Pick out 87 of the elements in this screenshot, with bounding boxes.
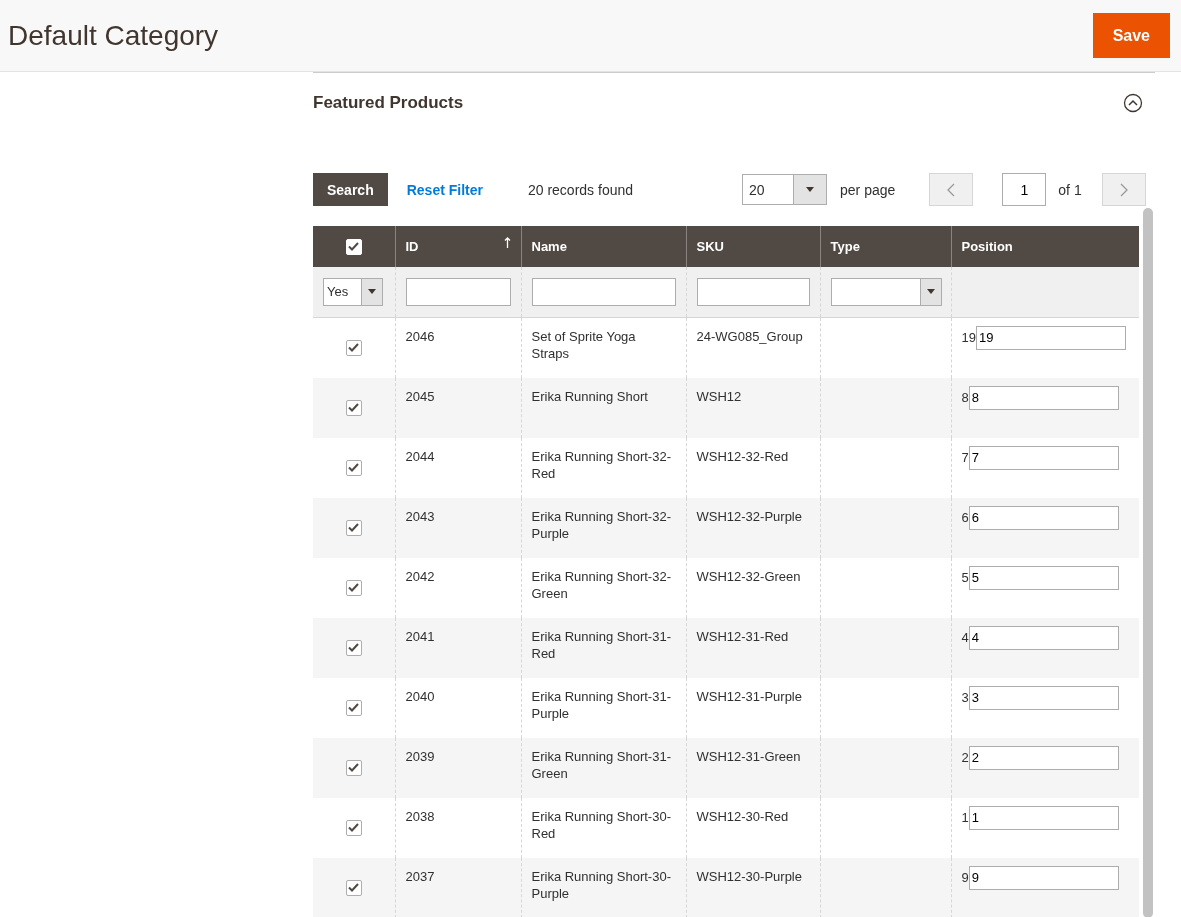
- reset-filter-link[interactable]: Reset Filter: [406, 181, 483, 198]
- in-category-filter[interactable]: Yes: [323, 277, 383, 306]
- id-cell-text: 2044: [405, 447, 436, 465]
- position-input[interactable]: 8: [968, 385, 1119, 410]
- position-text: 8: [961, 389, 969, 407]
- position-text: 3: [961, 689, 969, 707]
- search-button[interactable]: Search: [313, 173, 388, 206]
- row-checkbox[interactable]: [345, 819, 362, 836]
- name-cell-text: Erika Running Short-31-Red: [531, 627, 672, 662]
- row-checkbox[interactable]: [345, 879, 362, 896]
- position-text: 5: [961, 569, 969, 587]
- sku-cell-text: WSH12-32-Red: [696, 447, 790, 465]
- position-input[interactable]: 9: [968, 865, 1119, 890]
- sku-filter-field[interactable]: [696, 277, 810, 306]
- page-total: of 1: [1058, 181, 1082, 198]
- name-filter-field[interactable]: [531, 277, 676, 306]
- row-checkbox[interactable]: [345, 399, 362, 416]
- id-filter-field[interactable]: [405, 277, 511, 306]
- row-checkbox[interactable]: [345, 579, 362, 596]
- chevron-left-icon: [947, 182, 956, 197]
- row-checkbox[interactable]: [345, 459, 362, 476]
- name-cell-text: Erika Running Short-32-Green: [531, 567, 672, 602]
- sku-cell-text: WSH12-31-Green: [696, 747, 802, 765]
- column-header[interactable]: Position: [951, 226, 1139, 267]
- position-text: 2: [961, 749, 969, 767]
- caret-icon: [926, 289, 935, 295]
- sku-cell-text: WSH12: [696, 387, 743, 405]
- caret-icon: [806, 187, 815, 192]
- save-button[interactable]: Save: [1092, 13, 1170, 58]
- position-text: 1: [961, 809, 969, 827]
- position-input[interactable]: 5: [968, 565, 1119, 590]
- row-checkbox[interactable]: [345, 519, 362, 536]
- page-input[interactable]: 1: [1002, 173, 1047, 206]
- sku-cell-text: WSH12-32-Purple: [696, 507, 803, 525]
- position-text: 6: [961, 509, 969, 527]
- sku-cell-text: WSH12-31-Purple: [696, 687, 803, 705]
- page-title: Default Category: [8, 19, 219, 52]
- select-all-checkbox[interactable]: [345, 238, 362, 255]
- chevron-right-icon: [1119, 182, 1128, 197]
- section-title: Featured Products: [313, 93, 464, 113]
- row-checkbox[interactable]: [345, 639, 362, 656]
- sku-cell-text: WSH12-30-Purple: [696, 867, 803, 885]
- sku-cell-text: 24-WG085_Group: [696, 327, 804, 345]
- row-checkbox[interactable]: [345, 699, 362, 716]
- name-cell-text: Erika Running Short-30-Red: [531, 807, 672, 842]
- position-text: 19: [961, 329, 976, 347]
- column-header[interactable]: Name: [521, 226, 686, 267]
- position-input[interactable]: 7: [968, 445, 1119, 470]
- position-input[interactable]: 4: [968, 625, 1119, 650]
- position-text: 4: [961, 629, 969, 647]
- position-input[interactable]: 3: [968, 685, 1119, 710]
- per-page-select[interactable]: 20: [742, 174, 828, 205]
- id-cell-text: 2037: [405, 867, 436, 885]
- position-text: 9: [961, 869, 969, 887]
- id-cell-text: 2045: [405, 387, 436, 405]
- position-input[interactable]: 6: [968, 505, 1119, 530]
- id-cell-text: 2046: [405, 327, 436, 345]
- id-cell-text: 2039: [405, 747, 436, 765]
- row-checkbox[interactable]: [345, 759, 362, 776]
- name-cell-text: Erika Running Short-31-Green: [531, 747, 672, 782]
- position-input[interactable]: 1: [968, 805, 1119, 830]
- position-input[interactable]: 19: [975, 325, 1126, 350]
- name-cell-text: Erika Running Short-30-Purple: [531, 867, 672, 902]
- column-header[interactable]: ID: [395, 226, 521, 267]
- scrollbar[interactable]: [1143, 208, 1153, 917]
- id-cell-text: 2043: [405, 507, 436, 525]
- records-count: 20 records found: [527, 181, 634, 198]
- sku-cell-text: WSH12-32-Green: [696, 567, 802, 585]
- per-page-label: per page: [840, 181, 896, 198]
- id-cell-text: 2040: [405, 687, 436, 705]
- column-header[interactable]: SKU: [686, 226, 820, 267]
- name-cell-text: Erika Running Short-32-Red: [531, 447, 672, 482]
- name-cell-text: Erika Running Short-32-Purple: [531, 507, 672, 542]
- collapse-icon[interactable]: [1123, 93, 1143, 113]
- position-input[interactable]: 2: [968, 745, 1119, 770]
- id-cell-text: 2041: [405, 627, 436, 645]
- caret-icon: [368, 289, 376, 295]
- position-text: 7: [961, 449, 969, 467]
- name-cell-text: Erika Running Short-31-Purple: [531, 687, 672, 722]
- column-header[interactable]: Type: [820, 226, 951, 267]
- row-checkbox[interactable]: [345, 339, 362, 356]
- sku-cell-text: WSH12-31-Red: [696, 627, 790, 645]
- sku-cell-text: WSH12-30-Red: [696, 807, 790, 825]
- id-cell-text: 2042: [405, 567, 436, 585]
- name-cell-text: Set of Sprite Yoga Straps: [531, 327, 637, 362]
- name-cell-text: Erika Running Short: [531, 387, 649, 405]
- id-cell-text: 2038: [405, 807, 436, 825]
